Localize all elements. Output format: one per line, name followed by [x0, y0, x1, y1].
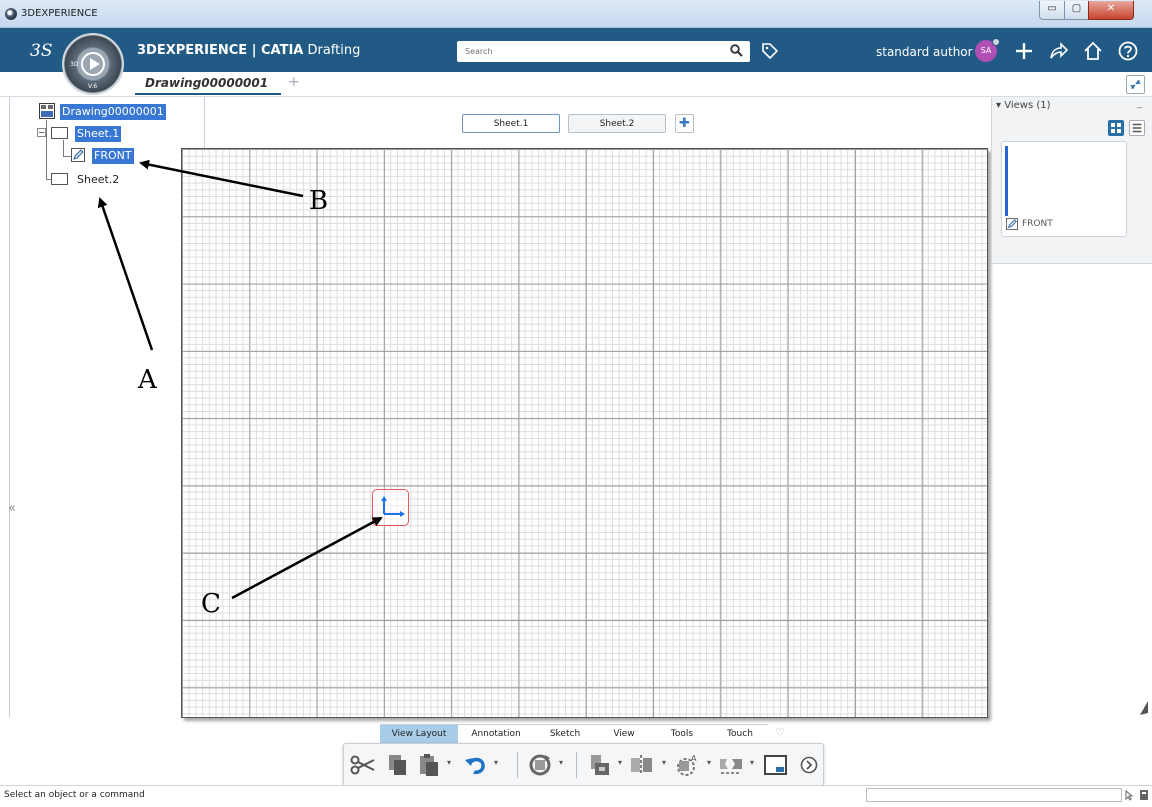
sheet-tab-2[interactable]: Sheet.2 [568, 114, 666, 133]
minimize-button[interactable]: ▭ [1039, 1, 1065, 20]
views-count: Views (1) [1004, 100, 1051, 111]
more-tools-icon[interactable] [798, 753, 820, 777]
brand-app: CATIA [260, 43, 304, 58]
compass-button[interactable]: 3D V.6 [62, 33, 124, 95]
update-icon[interactable] [527, 753, 553, 777]
maximize-button[interactable]: ▢ [1064, 1, 1089, 20]
sheet-icon [51, 127, 68, 139]
search-box [457, 41, 750, 62]
grid-view-icon[interactable] [1108, 120, 1124, 136]
home-icon[interactable] [1082, 40, 1104, 62]
view-axis-icon[interactable] [378, 495, 406, 521]
active-tab-indicator [135, 93, 281, 95]
tree-item-drawing[interactable]: Drawing00000001 [60, 104, 166, 120]
detail-view-icon[interactable]: A [673, 753, 701, 777]
collapse-icon: ▾ [996, 100, 1002, 111]
search-input[interactable] [465, 44, 720, 59]
avatar[interactable]: SA [975, 38, 1000, 62]
brand-prefix: 3DEXPERIENCE | [137, 43, 261, 58]
window-titlebar: 3DEXPERIENCE ▭ ▢ ✕ [0, 0, 1152, 28]
sheet-tab-1[interactable]: Sheet.1 [462, 114, 560, 133]
status-message: Select an object or a command [4, 790, 145, 800]
views-panel-title[interactable]: ▾ Views (1) [996, 100, 1051, 111]
app-icon [5, 8, 17, 20]
avatar-initials: SA [980, 46, 992, 55]
section-touch[interactable]: Touch [712, 724, 768, 743]
section-tools[interactable]: Tools [652, 724, 712, 743]
broken-dropdown-icon[interactable]: ▾ [750, 758, 754, 767]
compass-3d-label: 3D [70, 61, 79, 68]
toolbar-divider [576, 752, 577, 778]
sheet-icon [51, 173, 68, 185]
undo-dropdown-icon[interactable]: ▾ [494, 758, 498, 767]
app-window: { "window": { "title": "3DEXPERIENCE", "… [0, 0, 1152, 807]
section-annotation[interactable]: Annotation [458, 724, 534, 743]
drawing-sheet-canvas[interactable] [181, 148, 988, 718]
play-icon [81, 52, 105, 76]
tree-item-sheet1[interactable]: Sheet.1 [75, 126, 122, 142]
cut-icon[interactable] [349, 753, 377, 777]
add-icon[interactable] [1013, 40, 1035, 62]
view-thumbnail-bar [1005, 146, 1008, 216]
close-button[interactable]: ✕ [1088, 1, 1134, 20]
annotation-label-a: A [138, 365, 157, 395]
list-view-icon[interactable] [1129, 120, 1145, 136]
section-view-layout[interactable]: View Layout [380, 724, 458, 743]
section-view[interactable]: View [596, 724, 652, 743]
paste-dropdown-icon[interactable]: ▾ [447, 758, 451, 767]
presence-icon [992, 38, 1000, 46]
frame-title-block-icon[interactable] [763, 753, 789, 777]
collapse-sheet1-icon[interactable]: − [37, 128, 46, 137]
ds-logo-icon: 3S [30, 41, 53, 61]
notification-icon[interactable] [1138, 789, 1150, 801]
detail-dropdown-icon[interactable]: ▾ [707, 758, 711, 767]
share-icon[interactable] [1047, 40, 1069, 62]
user-name[interactable]: standard author [876, 45, 973, 59]
maximize-icon: ▢ [1071, 3, 1082, 14]
add-sheet-button[interactable]: ✚ [675, 114, 694, 133]
close-icon: ✕ [1106, 3, 1116, 14]
view-front-icon [1006, 218, 1018, 230]
add-tab-button[interactable]: + [288, 74, 300, 90]
section-dropdown-icon[interactable]: ▾ [662, 758, 666, 767]
window-title: 3DEXPERIENCE [21, 8, 98, 19]
front-view-tool-icon[interactable] [587, 753, 613, 777]
paste-icon[interactable] [417, 753, 441, 777]
broken-view-icon[interactable] [717, 753, 745, 777]
tag-icon[interactable] [760, 41, 780, 61]
cursor-icon[interactable] [1124, 789, 1136, 801]
section-view-icon[interactable] [628, 753, 656, 777]
view-front-icon [71, 148, 85, 162]
resize-handle-icon[interactable] [1137, 700, 1149, 716]
search-icon[interactable] [730, 44, 743, 57]
spec-tree-panel [10, 97, 205, 717]
copy-icon[interactable] [386, 753, 410, 777]
minimize-icon: ▭ [1047, 3, 1057, 14]
svg-text:A: A [691, 754, 697, 763]
brand-suffix: Drafting [303, 43, 361, 58]
help-icon[interactable] [1117, 40, 1139, 62]
section-sketch[interactable]: Sketch [534, 724, 596, 743]
view-tool-dropdown-icon[interactable]: ▾ [618, 758, 622, 767]
update-dropdown-icon[interactable]: ▾ [559, 758, 563, 767]
drawing-icon [39, 103, 55, 119]
annotation-label-b: B [309, 186, 329, 216]
tab-drawing[interactable]: Drawing00000001 [145, 76, 268, 90]
tree-item-front[interactable]: FRONT [92, 148, 134, 164]
views-minimize-button[interactable]: _ [1137, 98, 1142, 109]
tree-item-sheet2[interactable]: Sheet.2 [75, 172, 121, 188]
undo-icon[interactable] [462, 753, 488, 777]
more-sections-icon[interactable]: ♡ [775, 726, 785, 739]
annotation-label-c: C [201, 589, 221, 619]
collapse-panels-icon[interactable] [1126, 75, 1145, 94]
view-thumbnail-label: FRONT [1022, 219, 1053, 229]
left-panel-toggle[interactable]: « [0, 97, 16, 717]
toolbar-divider [517, 752, 518, 778]
compass-version: V.6 [88, 83, 98, 90]
app-brand: 3DEXPERIENCE | CATIA Drafting [137, 43, 360, 58]
view-thumbnail-front[interactable]: FRONT [1001, 141, 1127, 237]
command-input[interactable] [866, 788, 1122, 802]
